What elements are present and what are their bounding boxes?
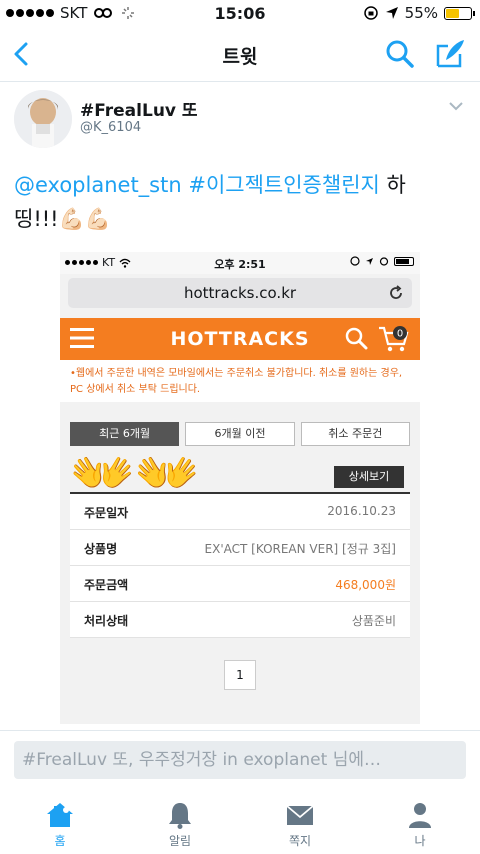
hands-emoji-right: 👐: [134, 444, 200, 504]
embedded-tab-recent: 최근 6개월: [70, 422, 180, 446]
row-label: 주문일자: [84, 506, 129, 520]
embedded-url-bar: hottracks.co.kr: [68, 278, 412, 308]
nav-bar: 트윗: [0, 28, 480, 82]
tab-notifications-label: 알림: [168, 834, 192, 848]
row-value: 상품준비: [351, 614, 396, 628]
tab-bar: 홈 알림 쪽지 나: [0, 790, 480, 854]
reply-input[interactable]: #FrealLuv 또, 우주정거장 in exoplanet 님에…: [14, 741, 466, 779]
row-value: 2016.10.23: [327, 504, 396, 518]
table-row: 주문금액 468,000원: [70, 566, 410, 602]
tweet-text: @exoplanet_stn #이그젝트인증챌린지 하 띵!!!💪🏻💪🏻: [14, 168, 464, 236]
embedded-site-header: HOTTRACKS 0: [60, 318, 420, 360]
row-value: EX'ACT [KOREAN VER] [정규 3집]: [204, 542, 396, 556]
mention-link[interactable]: @exoplanet_stn: [14, 173, 182, 197]
row-label: 주문금액: [84, 578, 129, 592]
author-handle[interactable]: @K_6104: [80, 120, 141, 135]
hands-emoji: 👐👐: [70, 444, 200, 504]
avatar-image: [14, 90, 72, 148]
embedded-tab-older: 6개월 이전: [185, 422, 295, 446]
author-name[interactable]: #FrealLuv 또: [80, 96, 198, 121]
embedded-notice: •웹에서 주문한 내역은 모바일에서는 주문취소 불가합니다. 취소를 원하는 …: [60, 360, 420, 402]
embedded-order-table: 주문일자 2016.10.23 상품명 EX'ACT [KOREAN VER] …: [70, 492, 410, 638]
embedded-cart-icon: 0: [379, 326, 409, 352]
battery-icon: [444, 6, 475, 20]
tab-messages-label: 쪽지: [288, 834, 312, 848]
bell-icon: [169, 803, 191, 829]
hands-emoji-left: 👐: [70, 444, 135, 504]
tweet-text-tail: 하: [379, 173, 406, 197]
row-label: 상품명: [84, 542, 118, 556]
embedded-pagination: 1: [60, 660, 420, 690]
tab-me-label: 나: [414, 834, 426, 848]
embedded-alarm-icon: [379, 257, 389, 266]
table-row: 처리상태 상품준비: [70, 602, 410, 638]
row-label: 처리상태: [84, 614, 129, 628]
tweet-text-line2: 띵!!!: [14, 207, 59, 231]
tab-home[interactable]: 홈: [0, 790, 120, 854]
tweet-image[interactable]: KT 오후 2:51 hottracks.co.kr HOTTRACKS 0 •…: [60, 252, 420, 724]
embedded-location-icon: [366, 257, 373, 265]
envelope-icon: [286, 805, 314, 825]
embedded-url: hottracks.co.kr: [183, 284, 297, 302]
embedded-tab-cancelled: 취소 주문건: [300, 422, 410, 446]
row-value-price: 468,000원: [335, 578, 396, 592]
chevron-down-icon[interactable]: [448, 100, 464, 112]
embedded-status-bar: KT 오후 2:51: [60, 252, 420, 274]
status-right: 55%: [363, 4, 475, 22]
battery-percent: 55%: [404, 4, 438, 22]
embedded-detail-button: 상세보기: [334, 466, 404, 488]
embedded-search-icon: [345, 327, 368, 350]
status-bar: SKT 15:06 55%: [0, 0, 480, 28]
muscle-emoji: 💪🏻💪🏻: [58, 207, 111, 231]
embedded-lock-icon: [350, 256, 360, 266]
embedded-cart-count: 0: [397, 329, 403, 340]
embedded-battery-icon: [394, 256, 414, 266]
reload-icon: [390, 285, 402, 299]
hashtag-link[interactable]: #이그젝트인증챌린지: [188, 173, 379, 197]
reply-bar: #FrealLuv 또, 우주정거장 in exoplanet 님에…: [0, 730, 480, 790]
embedded-period-tabs: 최근 6개월 6개월 이전 취소 주문건: [60, 422, 420, 446]
tab-me[interactable]: 나: [360, 790, 480, 854]
embedded-status-right: [350, 256, 414, 266]
person-icon: [409, 803, 431, 828]
location-icon: [385, 7, 398, 19]
embedded-page-number: 1: [224, 660, 256, 690]
search-icon[interactable]: [384, 38, 416, 70]
avatar[interactable]: [14, 90, 72, 148]
tab-notifications[interactable]: 알림: [120, 790, 240, 854]
home-icon: [47, 803, 73, 827]
battery-fill: [446, 8, 460, 18]
compose-tweet-icon[interactable]: [434, 36, 468, 70]
table-row: 상품명 EX'ACT [KOREAN VER] [정규 3집]: [70, 530, 410, 566]
tab-messages[interactable]: 쪽지: [240, 790, 360, 854]
orientation-lock-icon: [363, 6, 378, 20]
tab-home-label: 홈: [54, 834, 66, 848]
